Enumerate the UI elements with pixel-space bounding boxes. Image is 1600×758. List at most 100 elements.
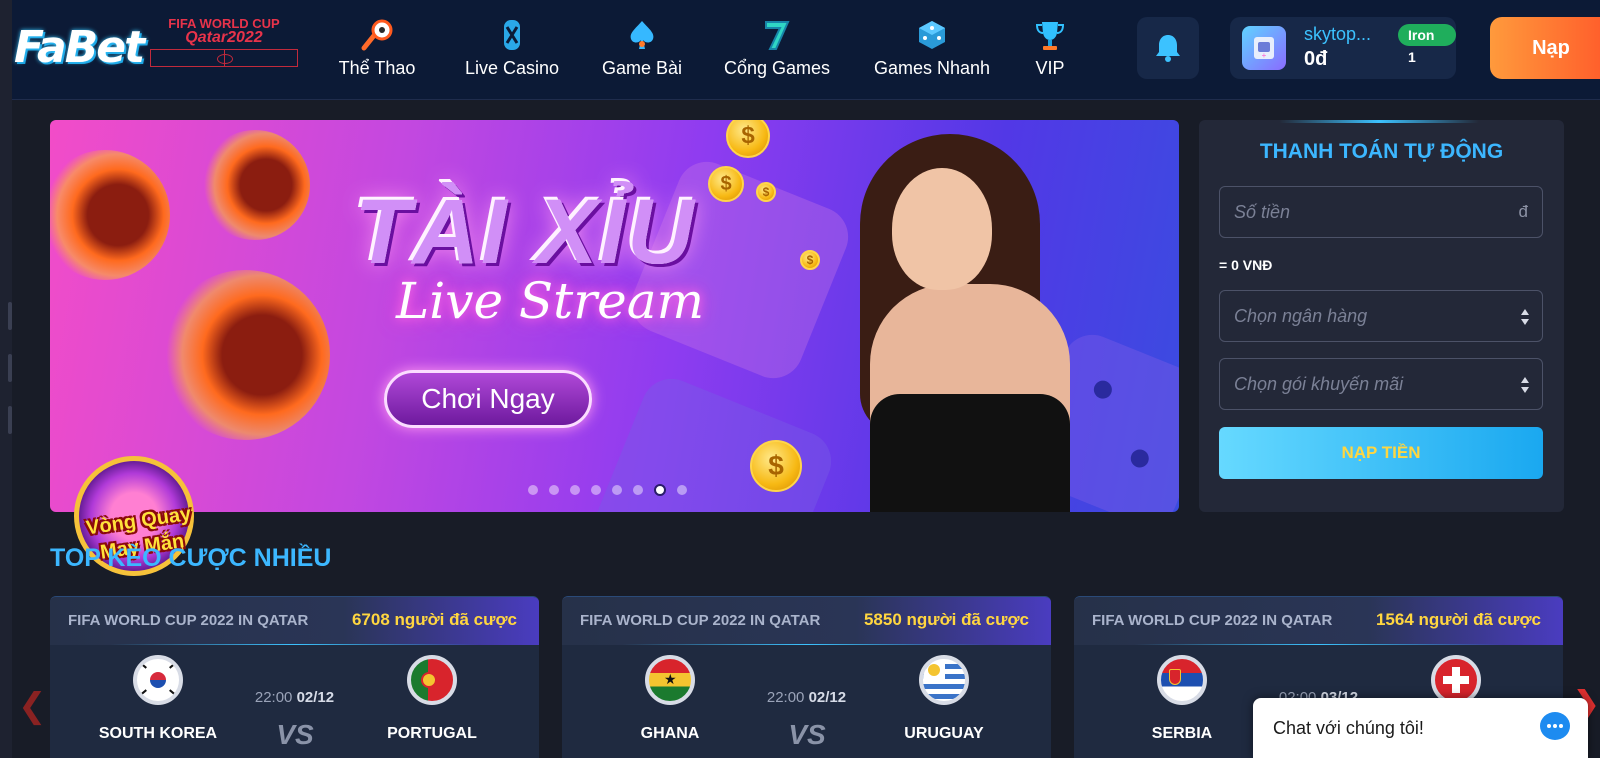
promo-placeholder: Chọn gói khuyến mãi — [1234, 374, 1404, 394]
match-card[interactable]: FIFA WORLD CUP 2022 IN QATAR 5850 người … — [562, 596, 1051, 758]
match-header: FIFA WORLD CUP 2022 IN QATAR 1564 người … — [1074, 597, 1563, 645]
lucky-seven-icon — [760, 18, 794, 52]
nav-item-game-bai[interactable]: Game Bài — [600, 18, 684, 88]
deposit-submit-button[interactable]: NẠP TIỀN — [1219, 427, 1543, 479]
chat-label: Chat với chúng tôi! — [1273, 718, 1424, 738]
coin-decoration: $ — [800, 250, 820, 270]
fabet-logo[interactable]: FaBet — [14, 22, 149, 74]
notification-button[interactable] — [1137, 17, 1199, 79]
team-name: GHANA — [640, 725, 700, 742]
payment-title: THANH TOÁN TỰ ĐỘNG — [1259, 140, 1504, 163]
bank-select[interactable]: Chọn ngân hàng — [1219, 290, 1543, 342]
nav-item-cong-games[interactable]: Cổng Games — [720, 18, 834, 88]
away-team[interactable]: URUGUAY — [874, 655, 1014, 743]
side-handle[interactable] — [8, 302, 12, 330]
carousel-dot[interactable] — [528, 485, 538, 495]
panel-accent-line — [1279, 120, 1479, 123]
select-arrows-icon — [1521, 309, 1529, 325]
spade-card-icon — [625, 18, 659, 52]
promo-select[interactable]: Chọn gói khuyến mãi — [1219, 358, 1543, 410]
versus-label: VS — [788, 719, 826, 750]
carousel-dot[interactable] — [654, 484, 666, 496]
carousel-dots — [528, 484, 698, 496]
match-header: FIFA WORLD CUP 2022 IN QATAR 6708 người … — [50, 597, 539, 645]
carousel-prev-arrow-icon[interactable]: ❮ — [18, 686, 47, 726]
nav-item-games-nhanh[interactable]: Games Nhanh — [870, 18, 994, 88]
world-cup-line2: Qatar2022 — [185, 29, 263, 46]
world-cup-badge: FIFA WORLD CUP Qatar2022 — [144, 16, 304, 76]
flaming-dice-decoration — [200, 130, 310, 240]
nav-item-live-casino[interactable]: Live Casino — [460, 18, 564, 88]
avatar-icon: + — [1254, 37, 1274, 60]
svg-text:+: + — [1262, 51, 1267, 60]
coin-decoration: $ — [756, 182, 776, 202]
nav-label: Game Bài — [601, 58, 683, 78]
match-header: FIFA WORLD CUP 2022 IN QATAR 5850 người … — [562, 597, 1051, 645]
bell-icon — [1156, 35, 1180, 62]
versus-label: VS — [276, 719, 314, 750]
username: skytop... — [1304, 24, 1372, 44]
uruguay-flag-icon — [919, 655, 969, 705]
bettor-count: 1564 người đã cược — [1375, 610, 1541, 629]
league-name: FIFA WORLD CUP 2022 IN QATAR — [580, 612, 821, 629]
select-arrows-icon — [1521, 377, 1529, 393]
flaming-dice-decoration — [50, 150, 170, 280]
soccer-ball-icon — [360, 18, 394, 52]
logo-text: FaBet — [14, 22, 145, 73]
nav-label: Games Nhanh — [873, 58, 991, 78]
user-account-box[interactable]: + skytop... Iron 1 0đ — [1230, 17, 1456, 79]
team-name: SERBIA — [1151, 725, 1213, 742]
side-handle[interactable] — [8, 354, 12, 382]
banner-model-image — [850, 134, 1070, 512]
carousel-dot[interactable] — [570, 485, 580, 495]
bettor-count: 6708 người đã cược — [351, 610, 517, 629]
league-name: FIFA WORLD CUP 2022 IN QATAR — [1092, 612, 1333, 629]
left-side-strip — [0, 0, 12, 758]
avatar[interactable]: + — [1242, 26, 1286, 70]
carousel-dot[interactable] — [591, 485, 601, 495]
page: FaBet FIFA WORLD CUP Qatar2022 Thể Thao … — [0, 0, 1600, 758]
currency-symbol: đ — [1518, 202, 1528, 221]
portugal-flag-icon — [407, 655, 457, 705]
banner-title: TÀI XỈU — [354, 181, 696, 283]
bettor-count: 5850 người đã cược — [863, 610, 1029, 629]
team-name: URUGUAY — [904, 725, 984, 742]
casino-chip-icon — [495, 18, 529, 52]
nav-label: VIP — [1035, 58, 1065, 78]
top-header: FaBet FIFA WORLD CUP Qatar2022 Thể Thao … — [12, 0, 1600, 100]
football-field-icon — [150, 49, 298, 67]
coin-decoration: $ — [750, 440, 802, 492]
dice-icon — [915, 18, 949, 52]
match-card[interactable]: FIFA WORLD CUP 2022 IN QATAR 6708 người … — [50, 596, 539, 758]
carousel-dot[interactable] — [549, 485, 559, 495]
bank-placeholder: Chọn ngân hàng — [1234, 306, 1368, 326]
account-balance: 0đ — [1304, 48, 1328, 70]
side-handle[interactable] — [8, 406, 12, 434]
league-name: FIFA WORLD CUP 2022 IN QATAR — [68, 612, 309, 629]
deposit-button[interactable]: Nạp — [1490, 17, 1600, 79]
carousel-dot[interactable] — [612, 485, 622, 495]
nav-label: Live Casino — [464, 58, 560, 78]
amount-placeholder: Số tiền — [1234, 202, 1291, 222]
amount-equivalent: = 0 VNĐ — [1219, 257, 1273, 273]
team-name: SOUTH KOREA — [98, 725, 218, 742]
rank-badge: Iron 1 — [1398, 24, 1456, 65]
nav-label: Thể Thao — [338, 58, 416, 78]
trophy-icon — [1033, 18, 1067, 52]
nav-item-the-thao[interactable]: Thể Thao — [332, 18, 422, 88]
away-team[interactable]: PORTUGAL — [362, 655, 502, 743]
auto-payment-panel: THANH TOÁN TỰ ĐỘNG Số tiền đ = 0 VNĐ Chọ… — [1199, 120, 1564, 512]
amount-input[interactable]: Số tiền đ — [1219, 186, 1543, 238]
carousel-dot[interactable] — [677, 485, 687, 495]
section-title: TOP KÈO CƯỢC NHIỀU — [50, 544, 332, 572]
promo-banner[interactable]: $ $ $ $ $ $ TÀI XỈU Live Stream Chơi Nga… — [50, 120, 1179, 512]
carousel-dot[interactable] — [633, 485, 643, 495]
play-now-button[interactable]: Chơi Ngay — [384, 370, 592, 428]
nav-item-vip[interactable]: VIP — [1030, 18, 1070, 88]
coin-decoration: $ — [726, 120, 770, 158]
chat-bubble-icon[interactable] — [1540, 712, 1570, 740]
main-nav: Thể Thao Live Casino Game Bài Cổng Games — [332, 18, 1070, 88]
flaming-dice-decoration — [160, 270, 330, 440]
nav-label: Cổng Games — [723, 58, 831, 78]
chat-widget[interactable]: Chat với chúng tôi! — [1253, 698, 1588, 758]
